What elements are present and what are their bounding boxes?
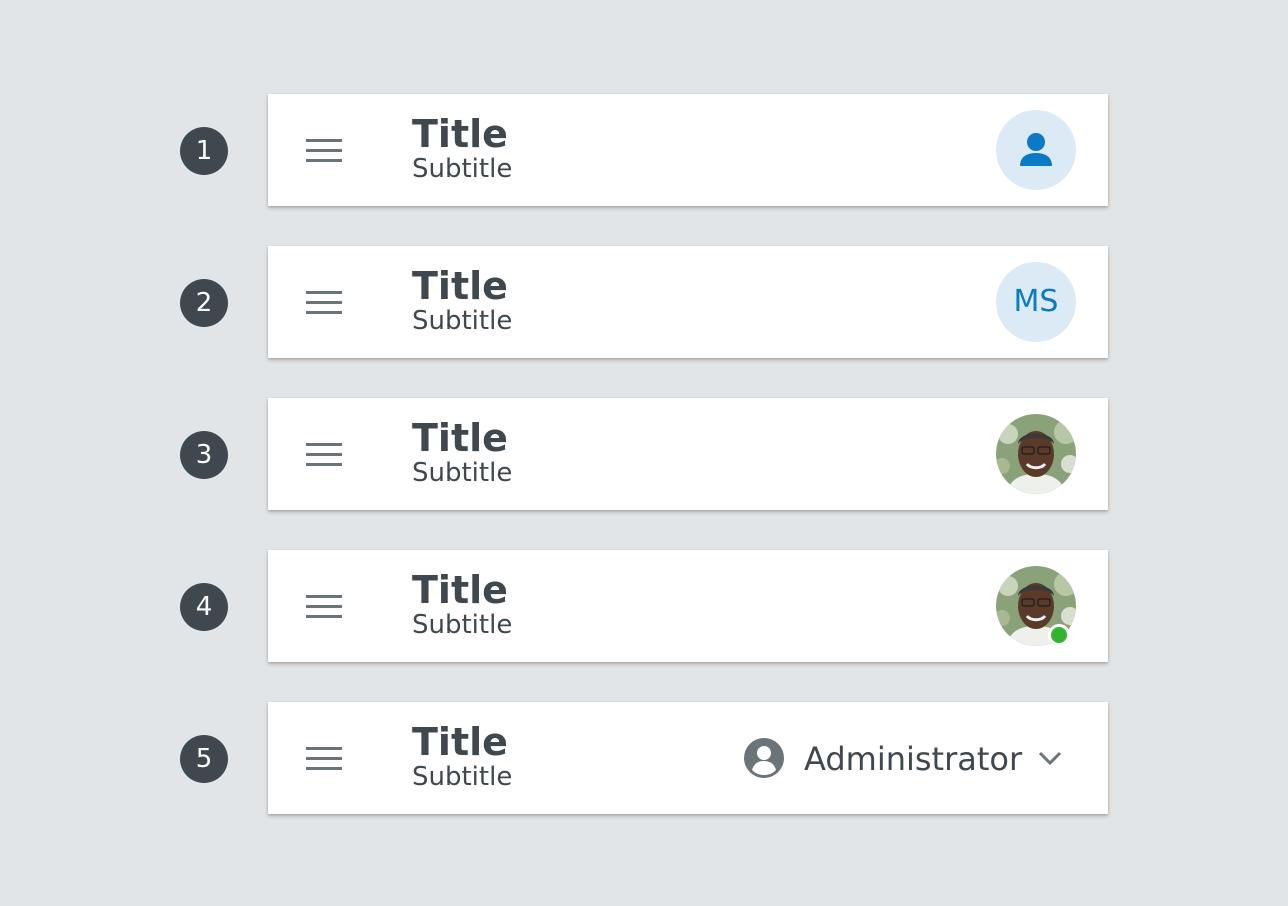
hamburger-menu-icon	[306, 291, 342, 294]
chevron-down-icon	[1038, 751, 1062, 766]
photo-avatar-button[interactable]	[996, 414, 1076, 494]
page-subtitle: Subtitle	[412, 154, 513, 184]
variant-number-badge: 4	[180, 583, 228, 631]
hamburger-menu-icon	[306, 595, 342, 598]
variant-number-badge: 1	[180, 127, 228, 175]
page-title: Title	[412, 112, 508, 156]
page-subtitle: Subtitle	[412, 610, 513, 640]
user-menu-dropdown[interactable]: Administrator	[740, 730, 1080, 786]
variant-number-badge: 3	[180, 431, 228, 479]
app-header-bar: Title Subtitle MS	[268, 246, 1108, 358]
user-menu-label: Administrator	[804, 740, 1023, 778]
app-header-bar: Title Subtitle	[268, 398, 1108, 510]
header-titles: Title Subtitle	[412, 112, 512, 184]
header-titles: Title Subtitle	[412, 264, 512, 336]
initials-avatar-button[interactable]: MS	[996, 262, 1076, 342]
variant-number-badge: 2	[180, 279, 228, 327]
user-photo	[996, 414, 1076, 494]
avatar-button[interactable]	[996, 110, 1076, 190]
page-subtitle: Subtitle	[412, 458, 513, 488]
app-header-bar: Title Subtitle	[268, 94, 1108, 206]
account-circle-icon	[744, 738, 784, 778]
page-title: Title	[412, 568, 508, 612]
menu-button[interactable]	[296, 130, 352, 170]
page-subtitle: Subtitle	[412, 306, 513, 336]
menu-button[interactable]	[296, 434, 352, 474]
header-titles: Title Subtitle	[412, 416, 512, 488]
variant-number-badge: 5	[180, 735, 228, 783]
page-title: Title	[412, 416, 508, 460]
header-variant-4: 4 Title Subtitle	[0, 550, 1288, 662]
person-icon	[1020, 133, 1052, 166]
menu-button[interactable]	[296, 586, 352, 626]
hamburger-menu-icon	[306, 139, 342, 142]
page-title: Title	[412, 720, 508, 764]
header-variant-3: 3 Title Subtitle	[0, 398, 1288, 510]
page-title: Title	[412, 264, 508, 308]
hamburger-menu-icon	[306, 443, 342, 446]
header-titles: Title Subtitle	[412, 720, 512, 792]
app-header-bar: Title Subtitle Administrator	[268, 702, 1108, 814]
page-subtitle: Subtitle	[412, 762, 513, 792]
menu-button[interactable]	[296, 282, 352, 322]
header-titles: Title Subtitle	[412, 568, 512, 640]
hamburger-menu-icon	[306, 747, 342, 750]
online-status-indicator	[1048, 624, 1070, 646]
header-variant-5: 5 Title Subtitle Administrator	[0, 702, 1288, 814]
header-variant-2: 2 Title Subtitle MS	[0, 246, 1288, 358]
app-header-bar: Title Subtitle	[268, 550, 1108, 662]
header-variant-1: 1 Title Subtitle	[0, 94, 1288, 206]
menu-button[interactable]	[296, 738, 352, 778]
